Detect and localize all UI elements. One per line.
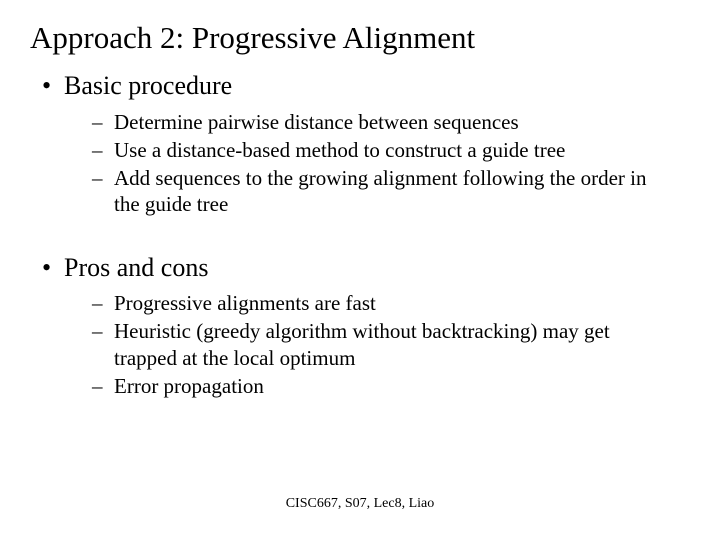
sub-bullet: Error propagation xyxy=(114,373,690,399)
slide-content: Approach 2: Progressive Alignment Basic … xyxy=(0,0,720,540)
sub-bullet: Add sequences to the growing alignment f… xyxy=(114,165,690,218)
spacer xyxy=(30,220,690,252)
bullet-pros-cons: Pros and cons xyxy=(64,252,690,285)
sub-bullet: Use a distance-based method to construct… xyxy=(114,137,690,163)
sub-bullet: Determine pairwise distance between sequ… xyxy=(114,109,690,135)
sub-bullet: Progressive alignments are fast xyxy=(114,290,690,316)
bullet-basic-procedure: Basic procedure xyxy=(64,70,690,103)
slide-title: Approach 2: Progressive Alignment xyxy=(30,20,690,56)
sub-bullet: Heuristic (greedy algorithm without back… xyxy=(114,318,690,371)
slide-footer: CISC667, S07, Lec8, Liao xyxy=(0,496,720,512)
